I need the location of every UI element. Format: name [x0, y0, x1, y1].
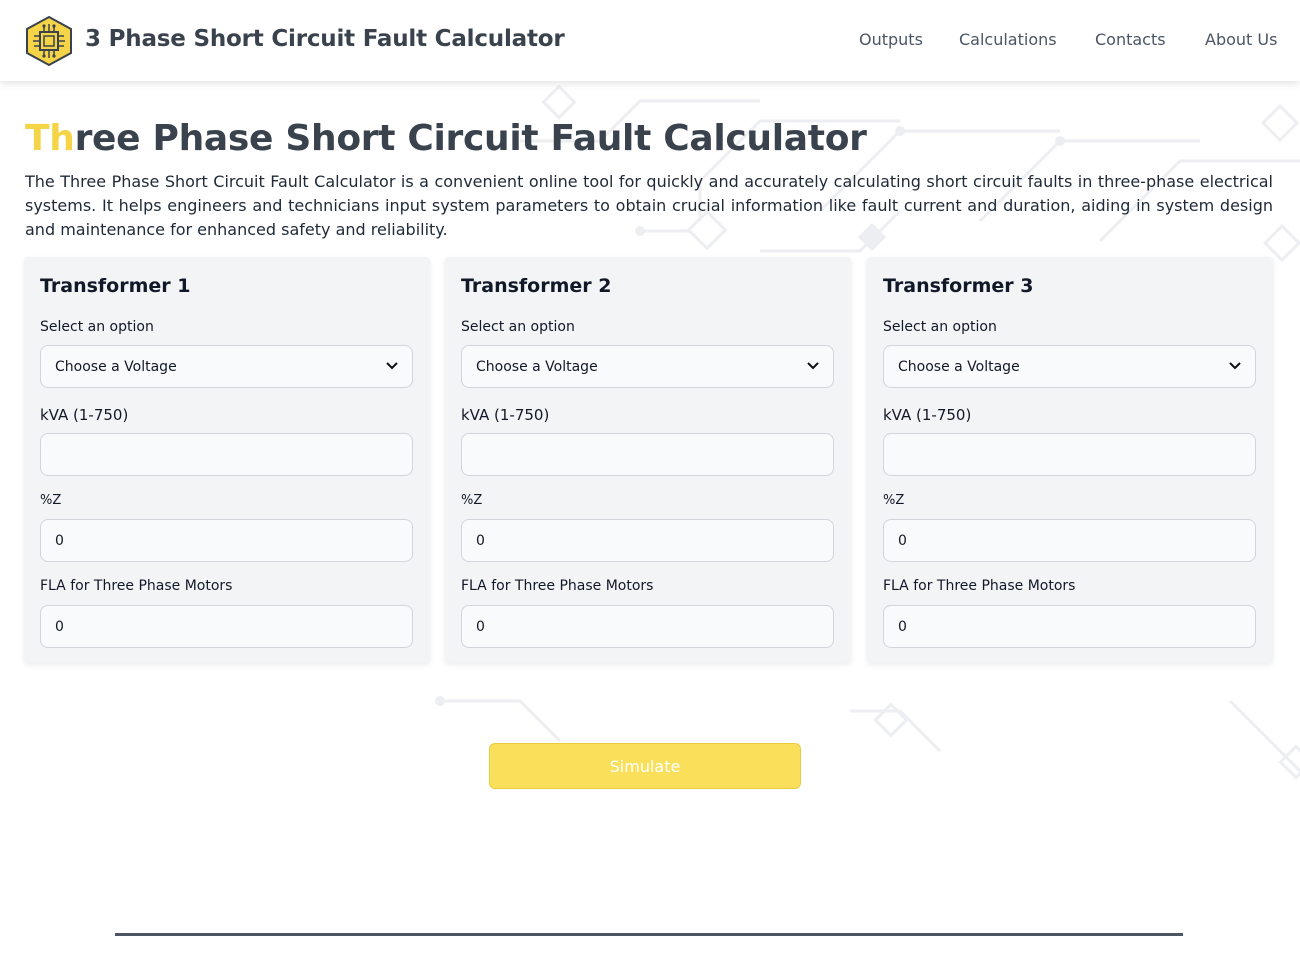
voltage-select-value: Choose a Voltage [55, 358, 177, 375]
fla-input[interactable]: 0 [40, 605, 413, 648]
fla-input[interactable]: 0 [883, 605, 1256, 648]
chevron-down-icon [386, 360, 398, 373]
top-nav-bar: 3 Phase Short Circuit Fault Calculator O… [0, 0, 1300, 81]
site-brand[interactable]: 3 Phase Short Circuit Fault Calculator [85, 26, 565, 52]
chevron-down-icon [807, 360, 819, 373]
page-title: Three Phase Short Circuit Fault Calculat… [25, 118, 867, 159]
voltage-select-label: Select an option [40, 319, 154, 335]
nav-outputs[interactable]: Outputs [859, 30, 923, 49]
nav-about-us[interactable]: About Us [1205, 30, 1277, 49]
kva-label: kVA (1-750) [461, 406, 550, 424]
voltage-select-value: Choose a Voltage [476, 358, 598, 375]
fla-input[interactable]: 0 [461, 605, 834, 648]
impedance-label: %Z [40, 493, 62, 508]
impedance-input[interactable]: 0 [461, 519, 834, 562]
voltage-select[interactable]: Choose a Voltage [461, 345, 834, 388]
kva-label: kVA (1-750) [40, 406, 129, 424]
impedance-label: %Z [883, 493, 905, 508]
kva-input[interactable] [461, 433, 834, 476]
transformer-card-1: Transformer 1 Select an option Choose a … [24, 257, 430, 663]
impedance-label: %Z [461, 493, 483, 508]
impedance-input[interactable]: 0 [883, 519, 1256, 562]
simulate-button[interactable]: Simulate [489, 743, 801, 789]
main-content: Three Phase Short Circuit Fault Calculat… [0, 81, 1300, 968]
card-title: Transformer 3 [883, 275, 1034, 297]
transformer-card-2: Transformer 2 Select an option Choose a … [445, 257, 851, 663]
kva-label: kVA (1-750) [883, 406, 972, 424]
voltage-select-label: Select an option [883, 319, 997, 335]
fla-label: FLA for Three Phase Motors [883, 578, 1076, 594]
fla-label: FLA for Three Phase Motors [461, 578, 654, 594]
chevron-down-icon [1229, 360, 1241, 373]
nav-calculations[interactable]: Calculations [959, 30, 1057, 49]
footer-divider [115, 933, 1183, 936]
kva-input[interactable] [40, 433, 413, 476]
page-description: The Three Phase Short Circuit Fault Calc… [25, 172, 1273, 239]
card-title: Transformer 1 [40, 275, 191, 297]
fla-label: FLA for Three Phase Motors [40, 578, 233, 594]
title-highlight: Th [25, 118, 75, 159]
voltage-select[interactable]: Choose a Voltage [40, 345, 413, 388]
voltage-select-label: Select an option [461, 319, 575, 335]
voltage-select-value: Choose a Voltage [898, 358, 1020, 375]
voltage-select[interactable]: Choose a Voltage [883, 345, 1256, 388]
transformer-card-3: Transformer 3 Select an option Choose a … [867, 257, 1273, 663]
kva-input[interactable] [883, 433, 1256, 476]
card-title: Transformer 2 [461, 275, 612, 297]
circuit-chip-icon[interactable] [25, 15, 73, 67]
title-rest: ree Phase Short Circuit Fault Calculator [74, 118, 867, 159]
impedance-input[interactable]: 0 [40, 519, 413, 562]
nav-contacts[interactable]: Contacts [1095, 30, 1166, 49]
